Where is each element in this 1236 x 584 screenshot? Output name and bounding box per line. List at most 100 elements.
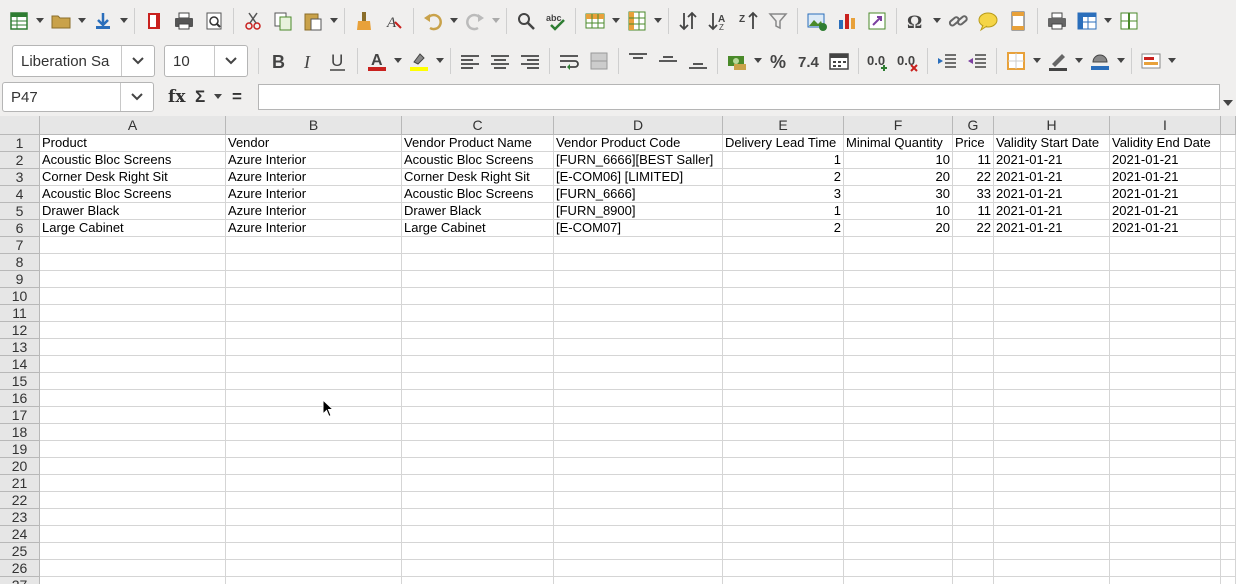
cell-i10[interactable]: [1110, 288, 1221, 305]
align-right-icon[interactable]: [515, 46, 545, 76]
cell-h8[interactable]: [994, 254, 1110, 271]
cell-c20[interactable]: [402, 458, 554, 475]
freeze-dropdown-icon[interactable]: [1102, 6, 1114, 36]
cell-h3[interactable]: 2021-01-21: [994, 169, 1110, 186]
cell-g7[interactable]: [953, 237, 994, 254]
cell-c9[interactable]: [402, 271, 554, 288]
cell-next-18[interactable]: [1221, 424, 1236, 441]
cell-e20[interactable]: [723, 458, 844, 475]
cell-d23[interactable]: [554, 509, 723, 526]
define-print-area-icon[interactable]: [1042, 6, 1072, 36]
cell-h25[interactable]: [994, 543, 1110, 560]
cell-d16[interactable]: [554, 390, 723, 407]
cell-e27[interactable]: [723, 577, 844, 584]
cell-d27[interactable]: [554, 577, 723, 584]
cell-d6[interactable]: [E-COM07]: [554, 220, 723, 237]
row-header-27[interactable]: 27: [0, 577, 40, 584]
cell-h10[interactable]: [994, 288, 1110, 305]
row-header-14[interactable]: 14: [0, 356, 40, 373]
cell-e9[interactable]: [723, 271, 844, 288]
cell-f2[interactable]: 10: [844, 152, 953, 169]
row-header-16[interactable]: 16: [0, 390, 40, 407]
cell-c11[interactable]: [402, 305, 554, 322]
cell-b17[interactable]: [226, 407, 402, 424]
hyperlink-icon[interactable]: [943, 6, 973, 36]
cell-e23[interactable]: [723, 509, 844, 526]
cell-e6[interactable]: 2: [723, 220, 844, 237]
cell-f6[interactable]: 20: [844, 220, 953, 237]
cell-i15[interactable]: [1110, 373, 1221, 390]
cell-e21[interactable]: [723, 475, 844, 492]
row-header-4[interactable]: 4: [0, 186, 40, 203]
cell-d22[interactable]: [554, 492, 723, 509]
cell-g6[interactable]: 22: [953, 220, 994, 237]
cell-g20[interactable]: [953, 458, 994, 475]
cell-a11[interactable]: [40, 305, 226, 322]
cell-f21[interactable]: [844, 475, 953, 492]
cell-d15[interactable]: [554, 373, 723, 390]
cell-i7[interactable]: [1110, 237, 1221, 254]
cell-c1[interactable]: Vendor Product Name: [402, 135, 554, 152]
cell-b24[interactable]: [226, 526, 402, 543]
cell-h26[interactable]: [994, 560, 1110, 577]
cell-c23[interactable]: [402, 509, 554, 526]
cell-e5[interactable]: 1: [723, 203, 844, 220]
font-name-combo[interactable]: Liberation Sa: [12, 45, 155, 77]
cell-e4[interactable]: 3: [723, 186, 844, 203]
cell-a26[interactable]: [40, 560, 226, 577]
column-header-a[interactable]: A: [40, 116, 226, 135]
number-format-icon[interactable]: 7.4: [794, 46, 824, 76]
cell-a7[interactable]: [40, 237, 226, 254]
cell-g12[interactable]: [953, 322, 994, 339]
cell-h17[interactable]: [994, 407, 1110, 424]
cell-h16[interactable]: [994, 390, 1110, 407]
cell-a20[interactable]: [40, 458, 226, 475]
cell-next-17[interactable]: [1221, 407, 1236, 424]
cell-next-7[interactable]: [1221, 237, 1236, 254]
cell-d12[interactable]: [554, 322, 723, 339]
row-header-7[interactable]: 7: [0, 237, 40, 254]
cell-h23[interactable]: [994, 509, 1110, 526]
cell-f15[interactable]: [844, 373, 953, 390]
column-header-f[interactable]: F: [844, 116, 953, 135]
cell-h11[interactable]: [994, 305, 1110, 322]
cell-b20[interactable]: [226, 458, 402, 475]
cell-i14[interactable]: [1110, 356, 1221, 373]
cell-a19[interactable]: [40, 441, 226, 458]
cell-e22[interactable]: [723, 492, 844, 509]
cell-b5[interactable]: Azure Interior: [226, 203, 402, 220]
cell-i11[interactable]: [1110, 305, 1221, 322]
cell-c25[interactable]: [402, 543, 554, 560]
wrap-text-icon[interactable]: [554, 46, 584, 76]
cell-next-21[interactable]: [1221, 475, 1236, 492]
cell-next-24[interactable]: [1221, 526, 1236, 543]
cell-a24[interactable]: [40, 526, 226, 543]
cell-i25[interactable]: [1110, 543, 1221, 560]
font-color-icon[interactable]: A: [362, 46, 392, 76]
cell-e7[interactable]: [723, 237, 844, 254]
cell-a3[interactable]: Corner Desk Right Sit: [40, 169, 226, 186]
cell-i2[interactable]: 2021-01-21: [1110, 152, 1221, 169]
save-icon[interactable]: [88, 6, 118, 36]
cell-e11[interactable]: [723, 305, 844, 322]
cell-d10[interactable]: [554, 288, 723, 305]
cell-h27[interactable]: [994, 577, 1110, 584]
cell-d7[interactable]: [554, 237, 723, 254]
cell-g5[interactable]: 11: [953, 203, 994, 220]
cell-b15[interactable]: [226, 373, 402, 390]
print-icon[interactable]: [169, 6, 199, 36]
cell-f3[interactable]: 20: [844, 169, 953, 186]
cell-c12[interactable]: [402, 322, 554, 339]
print-preview-icon[interactable]: [199, 6, 229, 36]
row-header-22[interactable]: 22: [0, 492, 40, 509]
cell-g11[interactable]: [953, 305, 994, 322]
cell-e13[interactable]: [723, 339, 844, 356]
cell-b26[interactable]: [226, 560, 402, 577]
percent-format-icon[interactable]: %: [764, 46, 794, 76]
cell-i13[interactable]: [1110, 339, 1221, 356]
cell-d21[interactable]: [554, 475, 723, 492]
cell-d24[interactable]: [554, 526, 723, 543]
cell-g13[interactable]: [953, 339, 994, 356]
conditional-formatting-icon[interactable]: [1136, 46, 1166, 76]
cell-f10[interactable]: [844, 288, 953, 305]
